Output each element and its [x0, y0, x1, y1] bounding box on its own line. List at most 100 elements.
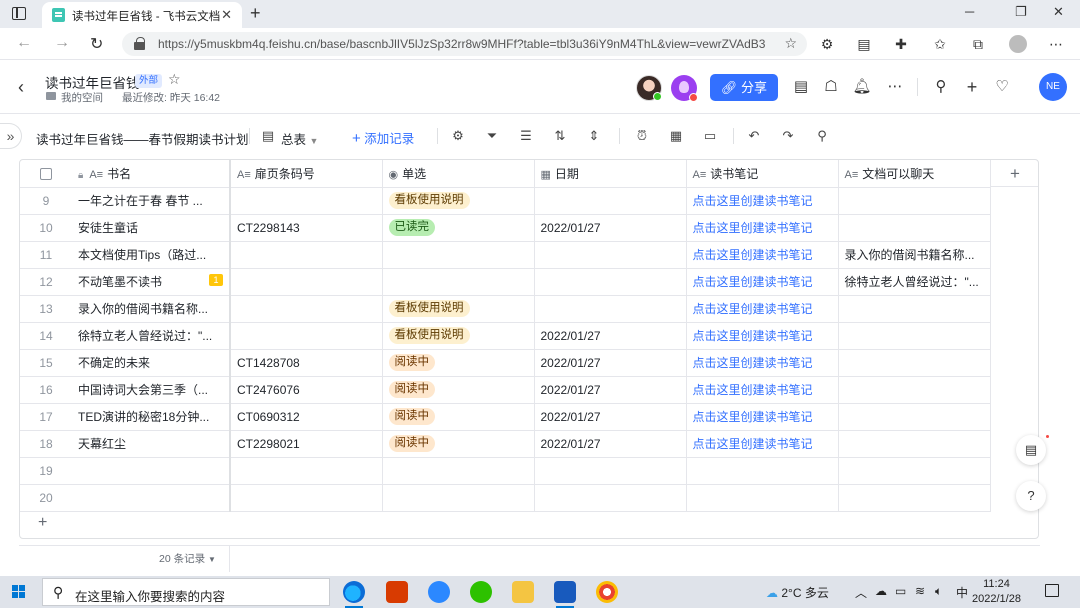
cell-barcode[interactable]: CT2476076 [230, 376, 383, 404]
cell-barcode[interactable] [230, 295, 383, 323]
comment-icon[interactable]: ▭ [702, 128, 718, 144]
cell-barcode[interactable]: CT2298143 [230, 214, 383, 242]
cell-date[interactable]: 2022/01/27 [534, 403, 687, 431]
tab-actions-icon[interactable] [12, 7, 26, 20]
url-field[interactable]: https://y5muskbm4q.feishu.cn/base/bascnb… [122, 32, 807, 56]
sort-icon[interactable]: ⇅ [552, 128, 568, 144]
table-row[interactable]: 13 录入你的借阅书籍名称... 看板使用说明 点击这里创建读书笔记 [20, 295, 991, 323]
forward-arrow-icon[interactable]: → [54, 34, 70, 52]
record-count[interactable]: 20 条记录 ▼ [159, 551, 216, 566]
cell-single-select[interactable] [382, 457, 535, 485]
system-clock[interactable]: 11:24 2022/1/28 [972, 577, 1021, 607]
column-header-notes[interactable]: A≡ 读书笔记 [686, 160, 839, 188]
cell-notes[interactable]: 点击这里创建读书笔记 [686, 403, 839, 431]
share-button[interactable]: 🔗︎ 分享 [710, 74, 778, 101]
cell-notes[interactable]: 点击这里创建读书笔记 [686, 214, 839, 242]
cell-date[interactable]: 2022/01/27 [534, 322, 687, 350]
document-title[interactable]: 读书过年巨省钱 [45, 72, 140, 92]
create-note-link[interactable]: 点击这里创建读书笔记 [693, 383, 813, 397]
browser-tab[interactable]: 读书过年巨省钱 - 飞书云文档 ✕ [42, 2, 242, 28]
find-replace-icon[interactable]: ⚲ [814, 128, 830, 144]
comment-count-badge[interactable]: 1 [209, 274, 223, 286]
notification-center-icon[interactable] [1045, 584, 1059, 597]
wechat-icon[interactable] [470, 581, 492, 603]
extension-icon[interactable]: ⚙ [819, 36, 835, 52]
add-row-button[interactable]: + [38, 514, 47, 532]
refresh-icon[interactable]: ↻ [90, 34, 103, 54]
minimize-icon[interactable]: ─ [965, 4, 974, 19]
help-bulb-icon[interactable]: ♡ [992, 77, 1012, 97]
cell-date[interactable]: 2022/01/27 [534, 376, 687, 404]
cell-barcode[interactable]: CT2298021 [230, 430, 383, 458]
cell-chat[interactable]: 徐特立老人曾经说过："... [838, 268, 991, 296]
filter-icon[interactable]: ⏷ [484, 128, 500, 144]
document-info-icon[interactable]: ▤ [791, 77, 811, 97]
column-header-chat[interactable]: A≡ 文档可以聊天 [838, 160, 991, 188]
cell-date[interactable] [534, 241, 687, 269]
settings-icon[interactable]: ⚙ [450, 128, 466, 144]
create-note-link[interactable]: 点击这里创建读书笔记 [693, 356, 813, 370]
cell-book-name[interactable]: TED演讲的秘密18分钟... [72, 403, 231, 431]
cell-chat[interactable] [838, 322, 991, 350]
cell-single-select[interactable]: 阅读中 [382, 349, 535, 377]
cell-date[interactable] [534, 457, 687, 485]
more-options-icon[interactable]: ⋯ [885, 77, 905, 97]
cell-chat[interactable] [838, 457, 991, 485]
cell-date[interactable] [534, 268, 687, 296]
weather-widget[interactable]: ☁ 2°C 多云 [766, 584, 829, 601]
close-tab-icon[interactable]: ✕ [221, 7, 232, 23]
column-header-date[interactable]: ▦ 日期 [534, 160, 687, 188]
taskbar-search-box[interactable]: ⚲ 在这里输入你要搜索的内容 [42, 578, 330, 606]
file-explorer-icon[interactable] [512, 581, 534, 603]
favorites-icon[interactable]: ✩ [932, 36, 948, 52]
create-note-link[interactable]: 点击这里创建读书笔记 [693, 275, 813, 289]
immersive-reader-icon[interactable]: ▤ [856, 36, 872, 52]
view-selector[interactable]: 总表 ▼ [281, 129, 318, 148]
cell-single-select[interactable] [382, 241, 535, 269]
cell-date[interactable]: 2022/01/27 [534, 214, 687, 242]
row-height-icon[interactable]: ⇕ [586, 128, 602, 144]
show-hidden-icons[interactable]: ︿ [855, 584, 867, 601]
cell-notes[interactable]: 点击这里创建读书笔记 [686, 187, 839, 215]
cell-barcode[interactable]: CT0690312 [230, 403, 383, 431]
cell-single-select[interactable]: 已读完 [382, 214, 535, 242]
word-icon[interactable] [554, 581, 576, 608]
expand-sidebar-icon[interactable]: » [0, 123, 22, 149]
redo-icon[interactable]: ↷ [780, 128, 796, 144]
collaborator-avatar-2[interactable] [671, 75, 698, 102]
form-icon[interactable]: ▦ [668, 128, 684, 144]
search-icon[interactable]: ⚲ [931, 77, 951, 97]
wifi-icon[interactable]: ≋ [915, 584, 925, 598]
create-note-link[interactable]: 点击这里创建读书笔记 [693, 302, 813, 316]
create-note-link[interactable]: 点击这里创建读书笔记 [693, 221, 813, 235]
add-icon[interactable]: + [962, 77, 982, 97]
edge-browser-icon[interactable] [343, 581, 365, 608]
column-header-single-select[interactable]: ◉ 单选 [382, 160, 535, 188]
cell-chat[interactable] [838, 295, 991, 323]
create-note-link[interactable]: 点击这里创建读书笔记 [693, 248, 813, 262]
undo-icon[interactable]: ↶ [746, 128, 762, 144]
create-note-link[interactable]: 点击这里创建读书笔记 [693, 194, 813, 208]
cell-book-name[interactable]: 不动笔墨不读书 1 [72, 268, 231, 296]
cell-book-name[interactable]: 本文档使用Tips（路过... [72, 241, 231, 269]
cell-notes[interactable]: 点击这里创建读书笔记 [686, 376, 839, 404]
group-icon[interactable]: ☰ [518, 128, 534, 144]
cell-date[interactable] [534, 295, 687, 323]
cell-barcode[interactable] [230, 457, 383, 485]
star-icon[interactable]: ☆ [168, 71, 181, 88]
table-title[interactable]: 读书过年巨省钱——春节假期读书计划 [36, 129, 249, 148]
cell-barcode[interactable] [230, 268, 383, 296]
cell-chat[interactable] [838, 349, 991, 377]
cell-chat[interactable]: 录入你的借阅书籍名称... [838, 241, 991, 269]
bell-icon[interactable]: 🔔︎ [852, 77, 872, 97]
cell-notes[interactable]: 点击这里创建读书笔记 [686, 322, 839, 350]
table-row[interactable]: 11 本文档使用Tips（路过... 点击这里创建读书笔记 录入你的借阅书籍名称... [20, 241, 991, 269]
cell-barcode[interactable] [230, 322, 383, 350]
profile-avatar-icon[interactable] [1009, 35, 1027, 53]
cell-single-select[interactable]: 阅读中 [382, 430, 535, 458]
cell-chat[interactable] [838, 403, 991, 431]
table-row[interactable]: 10 安徒生童话 CT2298143 已读完 2022/01/27 点击这里创建读书笔记 [20, 214, 991, 242]
add-column-button[interactable]: + [990, 160, 1038, 187]
favorite-star-icon[interactable]: ☆ [784, 35, 797, 52]
table-row[interactable]: 9 一年之计在于春 春节 ... 看板使用说明 点击这里创建读书笔记 [20, 187, 991, 215]
